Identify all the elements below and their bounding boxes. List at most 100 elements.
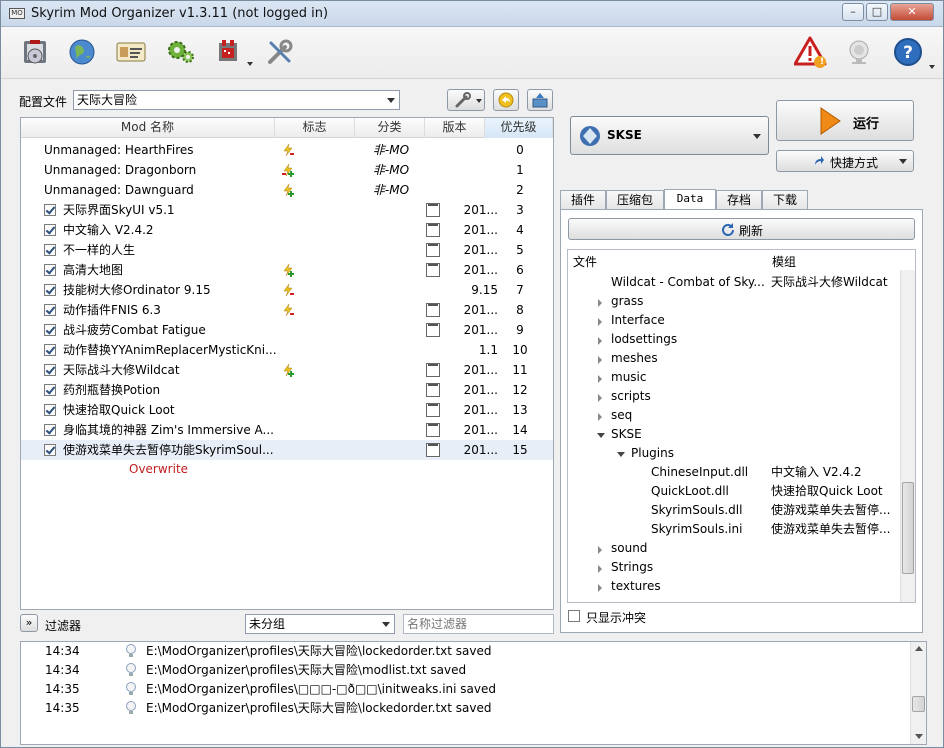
mod-enabled-checkbox[interactable] [44,264,56,276]
data-tree-scroll-thumb[interactable] [902,482,914,574]
expand-arrow-icon[interactable] [598,584,602,592]
mod-enabled-checkbox[interactable] [44,404,56,416]
conflicts-only-checkbox[interactable] [568,610,580,622]
create-backup-button[interactable] [527,89,553,111]
data-tree-scrollbar[interactable] [900,270,915,602]
install-mod-button[interactable] [19,35,53,69]
tree-row[interactable]: SKSE [568,425,898,444]
mod-row[interactable]: 天际界面SkyUI v5.1 201... 3 [21,200,553,220]
mod-enabled-checkbox[interactable] [44,424,56,436]
mod-enabled-checkbox[interactable] [44,344,56,356]
mod-row[interactable]: 战斗疲劳Combat Fatigue 201... 9 [21,320,553,340]
tree-row[interactable]: Interface [568,311,898,330]
tree-row[interactable]: grass [568,292,898,311]
mod-row[interactable]: 使游戏菜单失去暂停功能SkyrimSoul... 201... 15 [21,440,553,460]
collapse-arrow-icon[interactable] [597,433,605,438]
tab-plugins[interactable]: 插件 [560,190,606,210]
mod-row[interactable]: 中文输入 V2.4.2 201... 4 [21,220,553,240]
mod-enabled-checkbox[interactable] [44,204,56,216]
expand-arrow-icon[interactable] [598,337,602,345]
mod-row[interactable]: 不一样的人生 201... 5 [21,240,553,260]
group-select[interactable]: 未分组 [245,614,395,634]
scroll-up-icon[interactable] [915,646,923,651]
mod-enabled-checkbox[interactable] [44,364,56,376]
settings-button[interactable] [263,35,297,69]
tab-saves[interactable]: 存档 [716,190,762,210]
tree-row[interactable]: meshes [568,349,898,368]
overwrite-entry[interactable]: Overwrite [129,462,188,476]
tree-row[interactable]: Strings [568,558,898,577]
tree-row[interactable]: ChineseInput.dll 中文输入 V2.4.2 [568,463,898,482]
tree-row[interactable]: SkyrimSouls.ini 使游戏菜单失去暂停... [568,520,898,539]
tab-downloads[interactable]: 下载 [762,190,808,210]
help-button[interactable]: ? [891,35,925,69]
mod-enabled-checkbox[interactable] [44,324,56,336]
name-filter-input[interactable] [403,614,554,634]
mod-row[interactable]: 动作插件FNIS 6.3 201... 8 [21,300,553,320]
column-header-file[interactable]: 文件 [573,253,597,270]
mod-enabled-checkbox[interactable] [44,384,56,396]
profile-select[interactable]: 天际大冒险 [73,90,400,110]
mod-row[interactable]: 快速拾取Quick Loot 201... 13 [21,400,553,420]
mod-enabled-checkbox[interactable] [44,284,56,296]
executable-select[interactable]: SKSE [570,116,769,155]
tree-row[interactable]: Wildcat - Combat of Sky... 天际战斗大修Wildcat [568,273,898,292]
expand-arrow-icon[interactable] [598,318,602,326]
mod-list[interactable]: Mod 名称 标志 分类 版本 优先级 Unmanaged: HearthFir… [20,117,554,610]
mod-enabled-checkbox[interactable] [44,224,56,236]
tools-button[interactable] [211,35,253,69]
expand-arrow-icon[interactable] [598,356,602,364]
expand-arrow-icon[interactable] [598,413,602,421]
mod-enabled-checkbox[interactable] [44,244,56,256]
tree-row[interactable]: textures [568,577,898,596]
mod-row[interactable]: 身临其境的神器 Zim's Immersive A... 201... 14 [21,420,553,440]
run-button[interactable]: 运行 [776,100,914,141]
log-scroll-thumb[interactable] [912,696,925,712]
filter-toggle-button[interactable]: » [20,614,38,632]
nexus-button[interactable] [65,35,99,69]
tree-row[interactable]: SkyrimSouls.dll 使游戏菜单失去暂停... [568,501,898,520]
profiles-button[interactable] [114,35,148,69]
expand-arrow-icon[interactable] [598,299,602,307]
tree-row[interactable]: seq [568,406,898,425]
mod-row[interactable]: 药剂瓶替换Potion 201... 12 [21,380,553,400]
tree-row[interactable]: sound [568,539,898,558]
column-header-priority[interactable]: 优先级 [485,118,553,138]
expand-arrow-icon[interactable] [598,565,602,573]
expand-arrow-icon[interactable] [598,375,602,383]
tree-row[interactable]: QuickLoot.dll 快速拾取Quick Loot [568,482,898,501]
mod-row[interactable]: 动作替换YYAnimReplacerMysticKni... 1.1 10 [21,340,553,360]
column-header-mod[interactable]: 模组 [772,253,796,270]
title-bar[interactable]: MO Skyrim Mod Organizer v1.3.11 (not log… [1,1,943,27]
restore-backup-button[interactable] [493,89,519,111]
log-scrollbar[interactable] [910,642,926,744]
mod-row[interactable]: Unmanaged: Dragonborn 非-MO 1 [21,160,553,180]
mod-row[interactable]: 天际战斗大修Wildcat 201... 11 [21,360,553,380]
log-panel[interactable]: 14:34 E:\ModOrganizer\profiles\天际大冒险\lock… [20,641,927,745]
modlist-actions-button[interactable] [447,89,485,111]
executables-button[interactable] [164,35,198,69]
collapse-arrow-icon[interactable] [617,452,625,457]
column-header-flags[interactable]: 标志 [275,118,355,138]
maximize-button[interactable]: □ [866,3,888,21]
column-header-category[interactable]: 分类 [355,118,425,138]
mod-row[interactable]: 技能树大修Ordinator 9.15 9.15 7 [21,280,553,300]
scroll-down-icon[interactable] [915,734,923,739]
shortcut-button[interactable]: 快捷方式 [776,150,914,172]
tree-row[interactable]: scripts [568,387,898,406]
mod-enabled-checkbox[interactable] [44,304,56,316]
column-header-name[interactable]: Mod 名称 [21,118,275,138]
minimize-button[interactable]: – [842,3,864,21]
refresh-button[interactable]: 刷新 [568,218,915,240]
mod-row[interactable]: 高清大地图 201... 6 [21,260,553,280]
column-header-version[interactable]: 版本 [425,118,485,138]
data-tree[interactable]: 文件 模组 Wildcat - Combat of Sky... 天际战斗大修Wi… [567,249,916,603]
expand-arrow-icon[interactable] [598,394,602,402]
update-button[interactable] [842,35,876,69]
expand-arrow-icon[interactable] [598,546,602,554]
mod-row[interactable]: Unmanaged: Dawnguard 非-MO 2 [21,180,553,200]
mod-row[interactable]: Unmanaged: HearthFires 非-MO 0 [21,140,553,160]
tree-row[interactable]: Plugins [568,444,898,463]
tab-archives[interactable]: 压缩包 [606,190,664,210]
tree-row[interactable]: music [568,368,898,387]
